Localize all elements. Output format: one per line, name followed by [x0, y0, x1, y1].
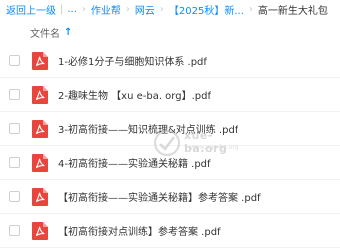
pdf-icon: [32, 51, 48, 70]
file-row[interactable]: 【初高衔接对点训练】参考答案 .pdf: [0, 214, 340, 248]
pdf-icon: [32, 85, 48, 104]
pdf-icon: [32, 221, 48, 240]
breadcrumb-separator-icon: ›: [125, 3, 130, 15]
pdf-icon: [32, 187, 48, 206]
breadcrumb-item[interactable]: 作业帮: [91, 2, 121, 17]
row-checkbox[interactable]: [9, 89, 20, 100]
file-row[interactable]: 【初高衔接——实验通关秘籍】参考答案 .pdf: [0, 180, 340, 214]
file-list-header: 文件名 ↑: [0, 20, 340, 44]
file-row[interactable]: 1-必修1分子与细胞知识体系 .pdf: [0, 44, 340, 78]
file-row[interactable]: 4-初高衔接——实验通关秘籍 .pdf: [0, 146, 340, 180]
file-name[interactable]: 2-趣味生物 【xu e-ba. org】.pdf: [58, 87, 211, 102]
breadcrumb-item[interactable]: 网云: [135, 2, 155, 17]
file-name[interactable]: 【初高衔接对点训练】参考答案 .pdf: [58, 223, 221, 238]
sort-ascending-icon[interactable]: ↑: [64, 27, 72, 38]
file-name[interactable]: 4-初高衔接——实验通关秘籍 .pdf: [58, 155, 211, 170]
breadcrumb-item[interactable]: 【2025秋】新...: [169, 2, 244, 17]
row-checkbox[interactable]: [9, 225, 20, 236]
breadcrumb-separator-icon: ›: [159, 3, 164, 15]
row-checkbox[interactable]: [9, 157, 20, 168]
breadcrumb: 返回上一级 | ... › 作业帮 › 网云 › 【2025秋】新... › 高…: [6, 1, 338, 17]
file-list: 1-必修1分子与细胞知识体系 .pdf 2-趣味生物 【xu e-ba. org】…: [0, 44, 340, 248]
row-checkbox[interactable]: [9, 123, 20, 134]
file-name[interactable]: 1-必修1分子与细胞知识体系 .pdf: [58, 53, 207, 68]
breadcrumb-separator-icon: ›: [248, 3, 253, 15]
pdf-icon: [32, 153, 48, 172]
breadcrumb-current: 高一新生大礼包: [257, 5, 328, 17]
breadcrumb-back-link[interactable]: 返回上一级: [6, 2, 56, 17]
file-name[interactable]: 【初高衔接——实验通关秘籍】参考答案 .pdf: [58, 189, 261, 204]
breadcrumb-separator-icon: ›: [81, 3, 86, 15]
pdf-icon: [32, 119, 48, 138]
file-row[interactable]: 2-趣味生物 【xu e-ba. org】.pdf: [0, 78, 340, 112]
file-name[interactable]: 3-初高衔接——知识梳理&对点训练 .pdf: [58, 121, 238, 136]
column-header-filename[interactable]: 文件名: [30, 25, 60, 40]
file-row[interactable]: 3-初高衔接——知识梳理&对点训练 .pdf: [0, 112, 340, 146]
row-checkbox[interactable]: [9, 191, 20, 202]
breadcrumb-ellipsis[interactable]: ...: [67, 4, 77, 15]
breadcrumb-divider: |: [60, 3, 64, 15]
row-checkbox[interactable]: [9, 55, 20, 66]
